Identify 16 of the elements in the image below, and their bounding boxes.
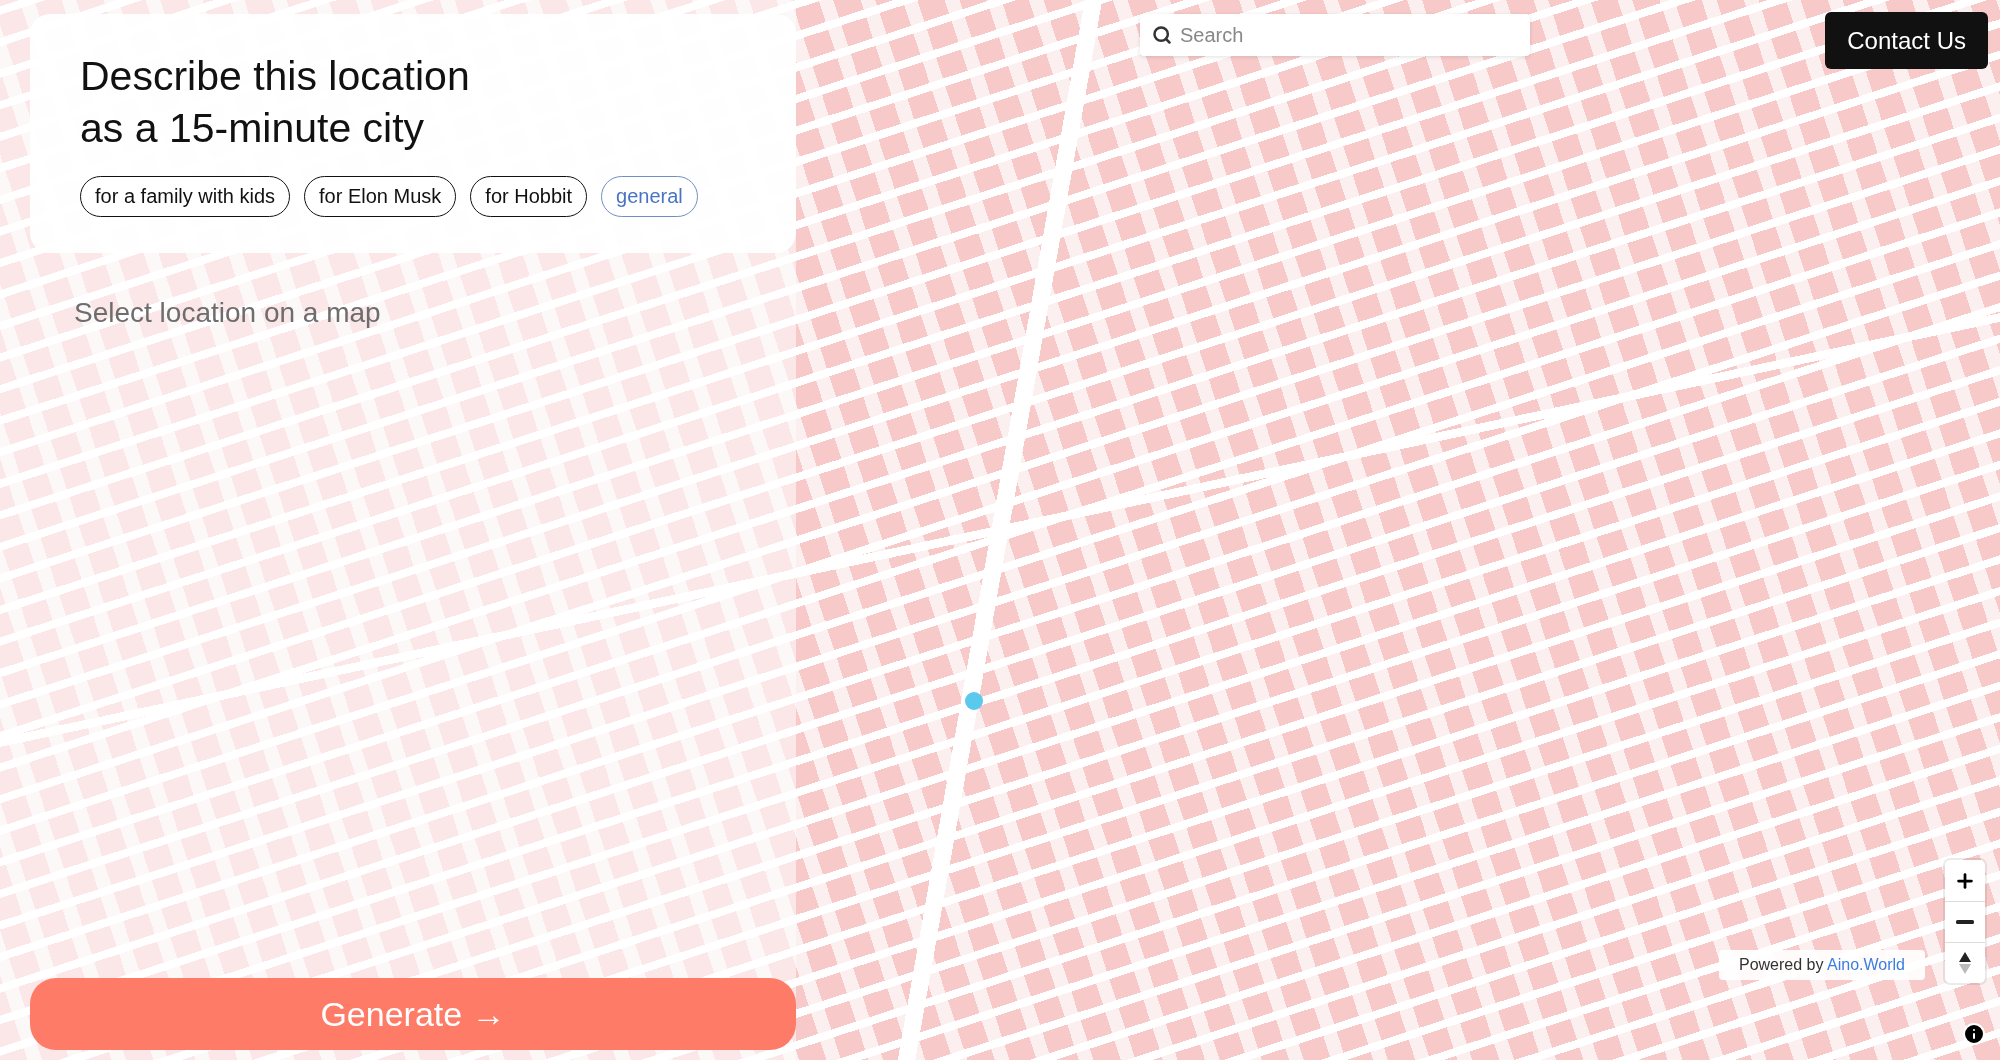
location-marker-icon bbox=[965, 692, 983, 710]
persona-chip[interactable]: for a family with kids bbox=[80, 176, 291, 217]
attribution-link[interactable]: Aino.World bbox=[1827, 956, 1905, 973]
persona-chip[interactable]: for Elon Musk bbox=[304, 176, 457, 217]
info-icon bbox=[1962, 1022, 1986, 1046]
search-icon bbox=[1152, 25, 1172, 45]
location-hint: Select location on a map bbox=[74, 297, 382, 329]
panel-title: Describe this location as a 15-minute city bbox=[80, 52, 471, 153]
compass-icon bbox=[1958, 951, 1972, 975]
persona-chip[interactable]: for Hobbit bbox=[470, 176, 588, 217]
contact-button[interactable]: Contact Us bbox=[1825, 12, 1988, 69]
search-field[interactable]: Search bbox=[1140, 14, 1530, 56]
persona-chip[interactable]: general bbox=[601, 176, 698, 217]
info-button[interactable] bbox=[1962, 1022, 1986, 1046]
minus-icon bbox=[1956, 920, 1974, 924]
attribution-label: Powered by Aino.World bbox=[1718, 950, 1925, 980]
